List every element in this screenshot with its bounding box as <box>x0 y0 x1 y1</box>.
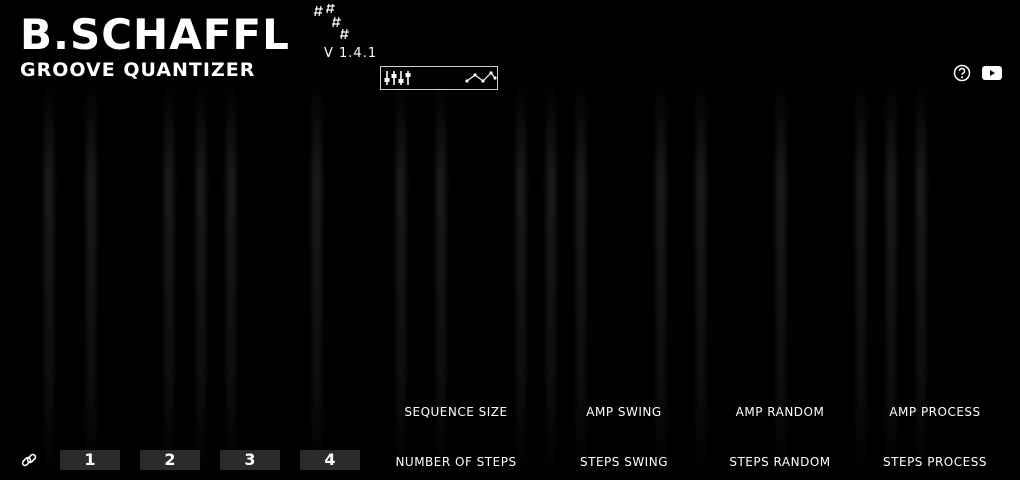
help-icon[interactable] <box>953 64 971 82</box>
link-icon[interactable] <box>20 451 38 469</box>
preset-4-button[interactable]: 4 <box>300 450 360 470</box>
version-label: V 1.4.1 <box>324 46 378 61</box>
sliders-icon[interactable] <box>384 70 416 86</box>
preset-3-button[interactable]: 3 <box>220 450 280 470</box>
sharp-marks-icon <box>314 4 349 40</box>
amp-random-label: AMP RANDOM <box>735 405 825 419</box>
app-title: B.SCHAFFL <box>20 10 290 59</box>
steps-swing-label: STEPS SWING <box>580 455 668 469</box>
youtube-icon[interactable] <box>982 65 1002 81</box>
amp-process-label: AMP PROCESS <box>889 405 981 419</box>
steps-process-label: STEPS PROCESS <box>883 455 987 469</box>
preset-2-button[interactable]: 2 <box>140 450 200 470</box>
app-subtitle: GROOVE QUANTIZER <box>20 59 256 81</box>
curve-icon[interactable] <box>465 70 497 86</box>
steps-random-label: STEPS RANDOM <box>729 455 831 469</box>
mode-selector <box>380 66 498 90</box>
number-of-steps-label: NUMBER OF STEPS <box>395 455 517 469</box>
sequence-size-label: SEQUENCE SIZE <box>404 405 508 419</box>
amp-swing-label: AMP SWING <box>586 405 662 419</box>
preset-1-button[interactable]: 1 <box>60 450 120 470</box>
